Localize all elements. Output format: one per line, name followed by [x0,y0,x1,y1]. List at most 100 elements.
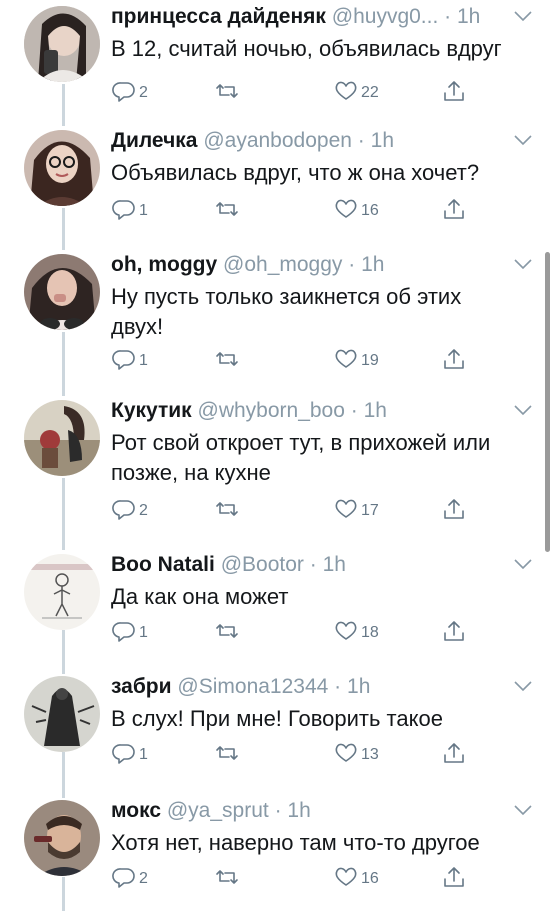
reply-thread: принцесса дайденяк @huyvg0... · 1h В 12,… [0,0,554,911]
tweet-header: Дилечка @ayanbodopen · 1h [111,128,511,154]
reply-icon [112,82,135,102]
display-name[interactable]: Boo Natali [111,553,215,576]
share-button[interactable] [441,862,467,892]
avatar[interactable] [24,130,100,206]
timestamp[interactable]: 1h [371,129,394,152]
tweet[interactable]: принцесса дайденяк @huyvg0... · 1h В 12,… [0,4,554,126]
retweet-button[interactable] [214,494,242,524]
heart-icon [335,199,357,218]
scrollbar[interactable] [545,252,550,552]
retweet-button[interactable] [214,344,242,374]
like-button[interactable]: 17 [333,494,379,524]
tweet-header: Кукутик @whyborn_boo · 1h [111,398,511,424]
share-button[interactable] [441,344,467,374]
display-name[interactable]: мокс [111,799,161,822]
share-button[interactable] [441,616,467,646]
reply-icon [112,868,135,888]
share-button[interactable] [441,738,467,768]
avatar[interactable] [24,676,100,752]
timestamp[interactable]: 1h [364,399,387,422]
avatar[interactable] [24,6,100,82]
like-button[interactable]: 13 [333,738,379,768]
tweet[interactable]: oh, moggy @oh_moggy · 1h Ну пусть только… [0,252,554,392]
retweet-button[interactable] [214,76,242,106]
heart-icon [335,499,357,518]
user-handle[interactable]: @ayanbodopen [203,129,352,152]
avatar[interactable] [24,800,100,876]
avatar[interactable] [24,254,100,330]
user-handle[interactable]: @Bootor [221,553,304,576]
chevron-down-icon[interactable] [512,556,534,572]
timestamp[interactable]: 1h [361,253,384,276]
user-handle[interactable]: @Simona12344 [177,675,328,698]
share-icon [444,81,464,101]
user-handle[interactable]: @whyborn_boo [198,399,345,422]
display-name[interactable]: принцесса дайденяк [111,5,326,28]
chevron-down-icon[interactable] [512,802,534,818]
retweet-icon [216,84,238,98]
reply-button[interactable]: 2 [111,76,148,106]
retweet-button[interactable] [214,616,242,646]
share-button[interactable] [441,494,467,524]
reply-count: 1 [139,352,148,369]
tweet[interactable]: мокс @ya_sprut · 1h Хотя нет, наверно та… [0,798,554,911]
chevron-down-icon[interactable] [512,402,534,418]
display-name[interactable]: Дилечка [111,129,197,152]
heart-icon [335,743,357,762]
like-count: 16 [361,870,379,887]
separator-dot: · [444,5,452,28]
timestamp[interactable]: 1h [347,675,370,698]
like-button[interactable]: 16 [333,194,379,224]
retweet-icon [216,746,238,760]
reply-button[interactable]: 1 [111,738,148,768]
retweet-button[interactable] [214,738,242,768]
chevron-down-icon[interactable] [512,8,534,24]
reply-count: 1 [139,202,148,219]
reply-button[interactable]: 2 [111,494,148,524]
timestamp[interactable]: 1h [323,553,346,576]
retweet-button[interactable] [214,862,242,892]
reply-button[interactable]: 2 [111,862,148,892]
like-button[interactable]: 16 [333,862,379,892]
tweet-text: В 12, считай ночью, объявилась вдруг [111,36,502,61]
share-button[interactable] [441,76,467,106]
tweet-actions: 1 19 [111,344,511,374]
display-name[interactable]: забри [111,675,172,698]
avatar[interactable] [24,400,100,476]
user-handle[interactable]: @ya_sprut [167,799,269,822]
reply-button[interactable]: 1 [111,344,148,374]
user-handle[interactable]: @oh_moggy [223,253,342,276]
like-button[interactable]: 19 [333,344,379,374]
tweet[interactable]: Кукутик @whyborn_boo · 1h Рот свой откро… [0,398,554,546]
tweet-actions: 2 22 [111,76,511,106]
chevron-down-icon[interactable] [512,678,534,694]
tweet-header: oh, moggy @oh_moggy · 1h [111,252,511,278]
like-button[interactable]: 22 [333,76,379,106]
share-button[interactable] [441,194,467,224]
display-name[interactable]: oh, moggy [111,253,217,276]
timestamp[interactable]: 1h [457,5,480,28]
separator-dot: · [357,129,365,152]
retweet-button[interactable] [214,194,242,224]
reply-count: 2 [139,502,148,519]
display-name[interactable]: Кукутик [111,399,192,422]
reply-button[interactable]: 1 [111,616,148,646]
like-button[interactable]: 18 [333,616,379,646]
heart-icon [335,349,357,368]
reply-count: 1 [139,746,148,763]
reply-button[interactable]: 1 [111,194,148,224]
chevron-down-icon[interactable] [512,132,534,148]
separator-dot: · [274,799,282,822]
tweet[interactable]: Дилечка @ayanbodopen · 1h Объявилась вдр… [0,128,554,250]
chevron-down-icon[interactable] [512,256,534,272]
heart-icon [335,867,357,886]
retweet-icon [216,202,238,216]
user-handle[interactable]: @huyvg0... [332,5,439,28]
avatar[interactable] [24,554,100,630]
tweet[interactable]: забри @Simona12344 · 1h В слух! При мне!… [0,674,554,796]
share-icon [444,349,464,369]
separator-dot: · [350,399,358,422]
tweet-text: Ну пусть только заикнется об этих двух! [111,284,468,339]
timestamp[interactable]: 1h [287,799,310,822]
tweet[interactable]: Boo Natali @Bootor · 1h Да как она может… [0,552,554,674]
